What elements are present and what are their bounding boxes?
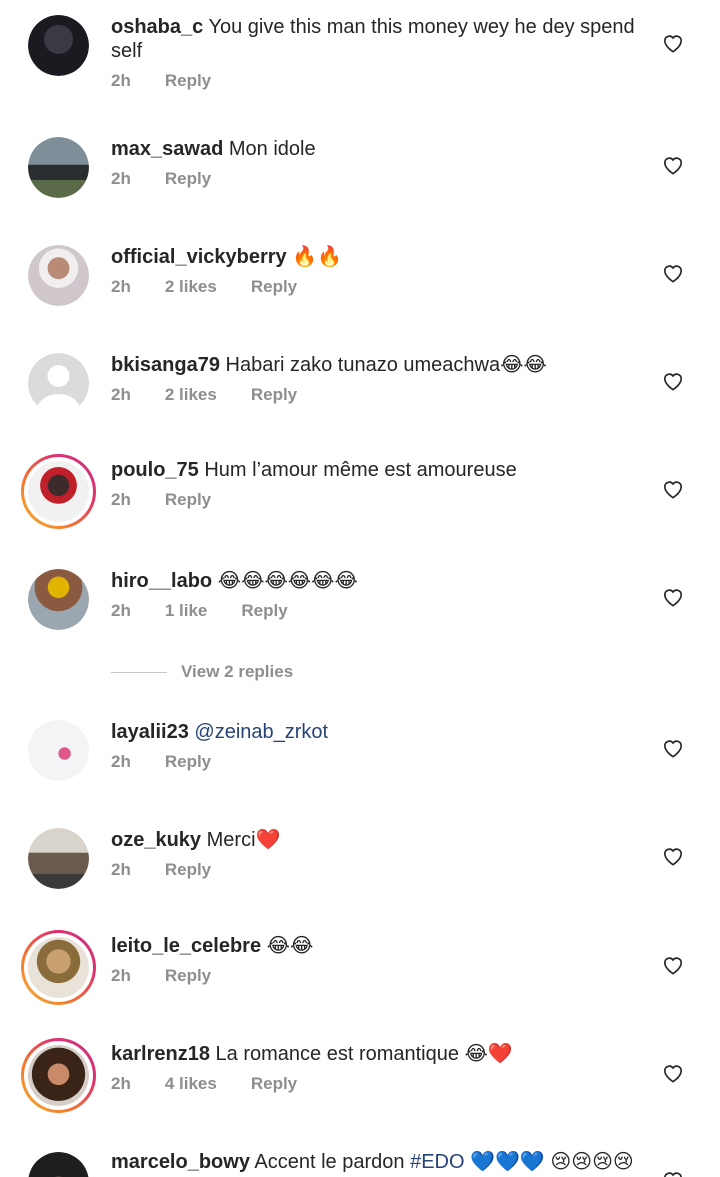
reply-button[interactable]: Reply	[165, 860, 211, 879]
username[interactable]: karlrenz18	[111, 1043, 210, 1065]
comment-text: official_vickyberry 🔥🔥	[111, 245, 651, 269]
timestamp: 2h	[111, 71, 131, 90]
timestamp: 2h	[111, 169, 131, 188]
username[interactable]: poulo_75	[111, 459, 199, 481]
reply-button[interactable]: Reply	[251, 1074, 297, 1093]
comment-body-tail: 💙💙💙 😢😢😢😢	[470, 1151, 634, 1173]
comment-body: Habari zako tunazo umeachwa😂😂	[225, 354, 547, 376]
timestamp: 2h	[111, 966, 131, 985]
reply-button[interactable]: Reply	[251, 277, 297, 296]
avatar[interactable]	[28, 137, 89, 198]
username[interactable]: hiro__labo	[111, 570, 212, 592]
username[interactable]: official_vickyberry	[111, 246, 287, 268]
comment-text: max_sawad Mon idole	[111, 137, 651, 161]
avatar[interactable]	[21, 1038, 96, 1113]
reply-button[interactable]: Reply	[165, 966, 211, 985]
username[interactable]: oshaba_c	[111, 16, 203, 38]
reply-button[interactable]: Reply	[165, 752, 211, 771]
reply-button[interactable]: Reply	[241, 601, 287, 620]
username[interactable]: layalii23	[111, 721, 189, 743]
comment-text: marcelo_bowy Accent le pardon #EDO 💙💙💙 😢…	[111, 1150, 651, 1174]
username[interactable]: oze_kuky	[111, 829, 201, 851]
comment-body: La romance est romantique 😂❤️	[215, 1043, 513, 1065]
avatar[interactable]	[28, 245, 89, 306]
avatar[interactable]	[28, 1152, 89, 1177]
timestamp: 2h	[111, 277, 131, 296]
heart-icon[interactable]	[662, 738, 684, 758]
comment-text: leito_le_celebre 😂😂	[111, 934, 651, 958]
view-replies-label: View 2 replies	[181, 662, 294, 681]
reply-button[interactable]: Reply	[165, 71, 211, 90]
heart-icon[interactable]	[662, 263, 684, 283]
heart-icon[interactable]	[662, 587, 684, 607]
comment-text: oshaba_c You give this man this money we…	[111, 15, 651, 63]
username[interactable]: max_sawad	[111, 138, 223, 160]
comment-body: Mon idole	[228, 138, 316, 160]
comment-body: 😂😂😂😂😂😂	[217, 570, 358, 592]
heart-icon[interactable]	[662, 955, 684, 975]
heart-icon[interactable]	[662, 371, 684, 391]
avatar[interactable]	[28, 569, 89, 630]
comment-body: 🔥🔥	[292, 246, 343, 268]
like-count[interactable]: 2 likes	[165, 385, 217, 404]
timestamp: 2h	[111, 490, 131, 509]
timestamp: 2h	[111, 1074, 131, 1093]
avatar[interactable]	[28, 15, 89, 76]
comment-text: bkisanga79 Habari zako tunazo umeachwa😂😂	[111, 353, 651, 377]
comment-text: hiro__labo 😂😂😂😂😂😂	[111, 569, 651, 593]
comment-body: Accent le pardon	[254, 1151, 405, 1173]
like-count[interactable]: 1 like	[165, 601, 208, 620]
like-count[interactable]: 2 likes	[165, 277, 217, 296]
reply-button[interactable]: Reply	[251, 385, 297, 404]
heart-icon[interactable]	[662, 846, 684, 866]
username[interactable]: bkisanga79	[111, 354, 220, 376]
timestamp: 2h	[111, 752, 131, 771]
comment-body-cont: self	[111, 40, 143, 62]
heart-icon[interactable]	[662, 33, 684, 53]
heart-icon[interactable]	[662, 479, 684, 499]
heart-icon[interactable]	[662, 1170, 684, 1177]
heart-icon[interactable]	[662, 155, 684, 175]
divider	[111, 671, 167, 673]
comment-body: Merci❤️	[206, 829, 281, 851]
avatar[interactable]	[21, 454, 96, 529]
username[interactable]: marcelo_bowy	[111, 1151, 250, 1173]
comment-text: karlrenz18 La romance est romantique 😂❤️	[111, 1042, 651, 1066]
like-count[interactable]: 4 likes	[165, 1074, 217, 1093]
reply-button[interactable]: Reply	[165, 169, 211, 188]
view-replies-button[interactable]: View 2 replies	[111, 660, 293, 684]
comment-text: poulo_75 Hum l’amour même est amoureuse	[111, 458, 651, 482]
comment-text: oze_kuky Merci❤️	[111, 828, 651, 852]
avatar[interactable]	[21, 930, 96, 1005]
avatar[interactable]	[28, 353, 89, 414]
heart-icon[interactable]	[662, 1063, 684, 1083]
hashtag-link[interactable]: #EDO	[410, 1151, 464, 1173]
timestamp: 2h	[111, 860, 131, 879]
comment-text: layalii23 @zeinab_zrkot	[111, 720, 651, 744]
username[interactable]: leito_le_celebre	[111, 935, 261, 957]
avatar[interactable]	[28, 720, 89, 781]
timestamp: 2h	[111, 385, 131, 404]
comment-body: You give this man this money wey he dey …	[208, 16, 635, 38]
reply-button[interactable]: Reply	[165, 490, 211, 509]
comment-body: 😂😂	[266, 935, 314, 957]
avatar[interactable]	[28, 828, 89, 889]
comment-body: Hum l’amour même est amoureuse	[204, 459, 517, 481]
timestamp: 2h	[111, 601, 131, 620]
mention-link[interactable]: @zeinab_zrkot	[194, 721, 328, 743]
